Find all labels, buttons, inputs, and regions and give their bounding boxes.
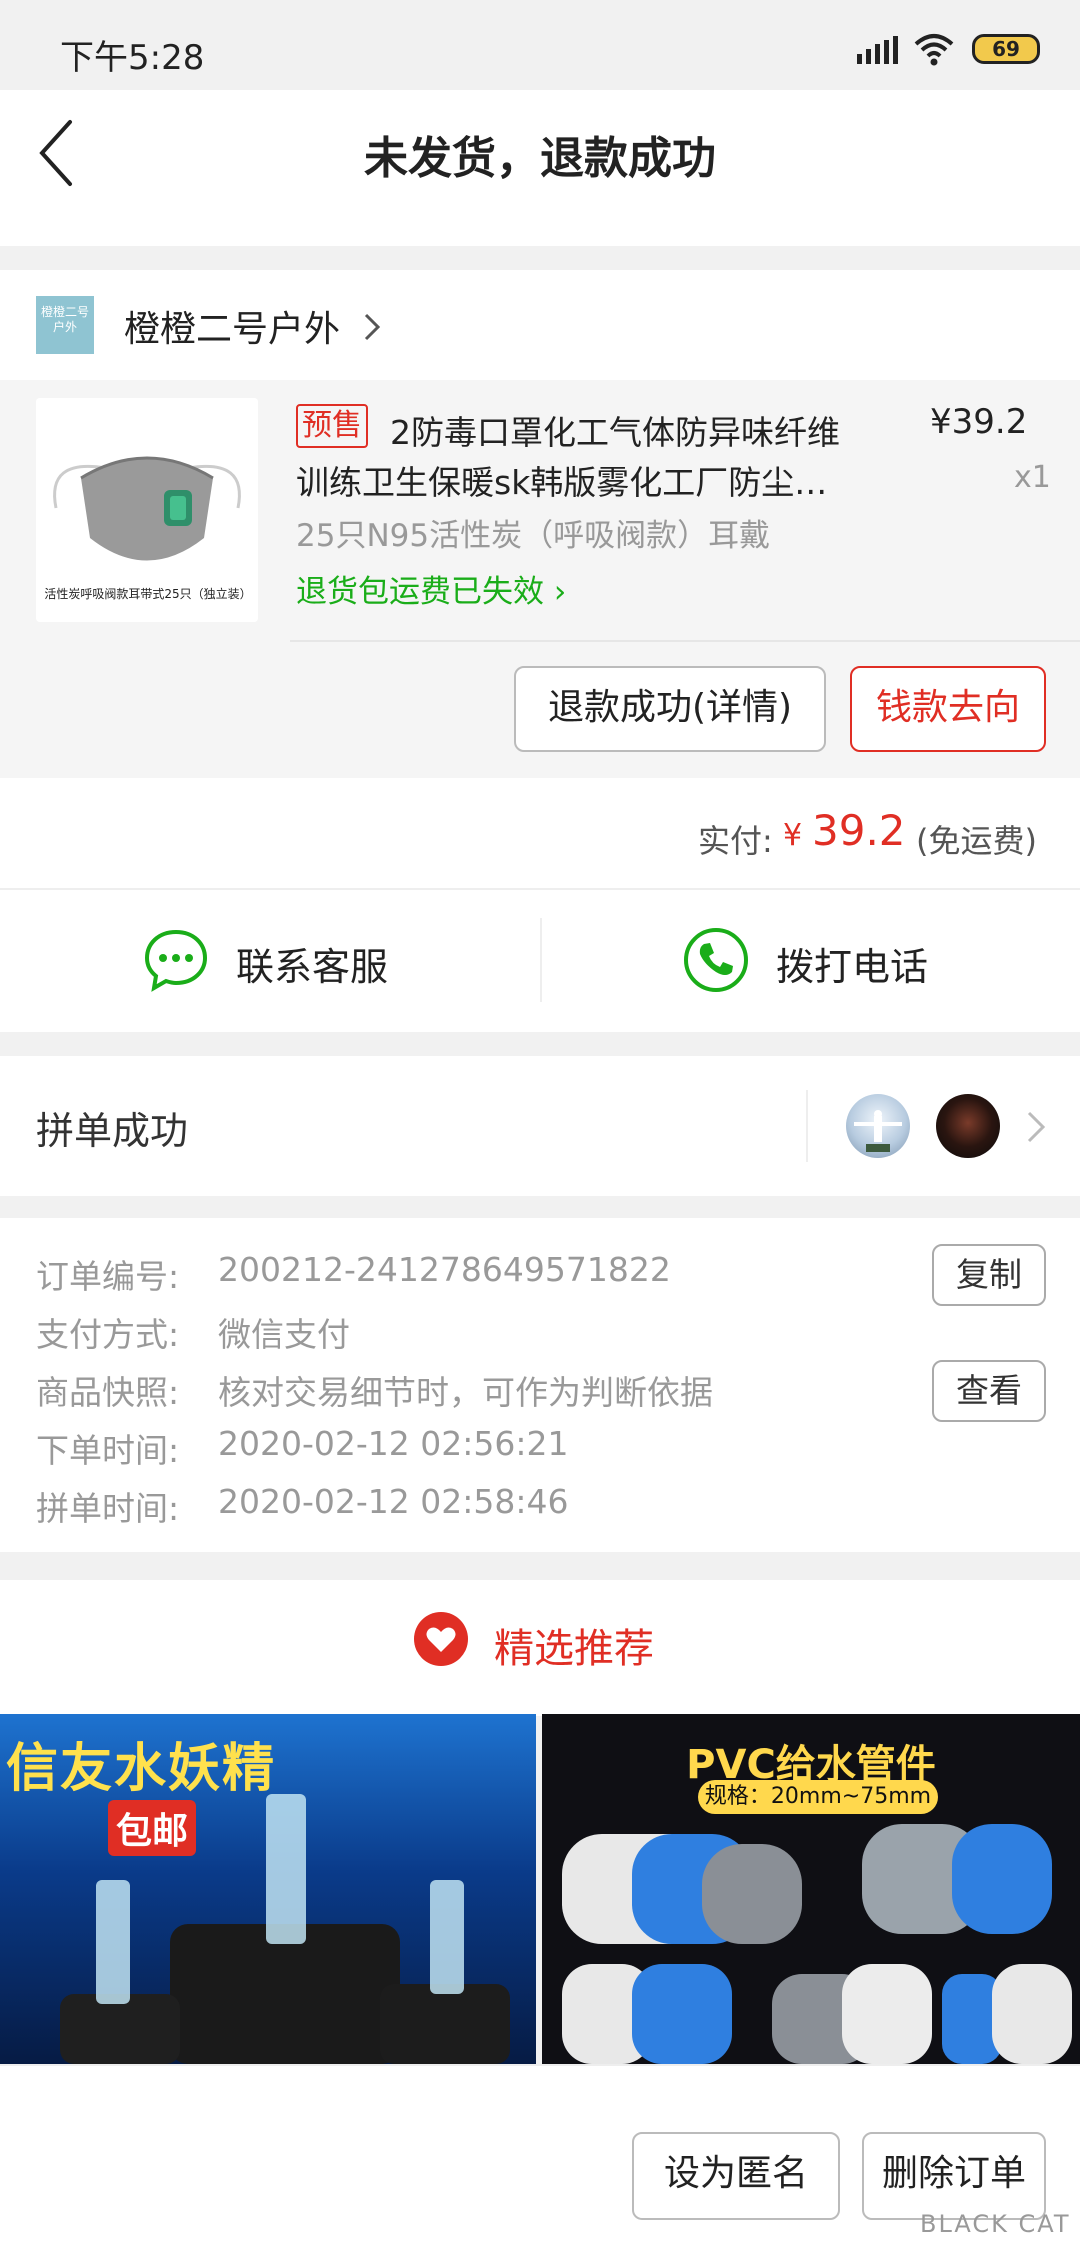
payment-method-label: 支付方式: — [36, 1315, 180, 1354]
signal-icon — [857, 36, 898, 64]
product-quantity: x1 — [1014, 460, 1051, 495]
total-currency: ¥ — [783, 818, 803, 853]
heart-icon — [414, 1612, 468, 1666]
avatar[interactable] — [846, 1094, 910, 1158]
status-time: 下午5:28 — [60, 38, 205, 78]
view-snapshot-button[interactable]: 查看 — [932, 1360, 1046, 1422]
product-price: ¥39.2 — [930, 402, 1028, 442]
watermark: BLACK CAT — [920, 2210, 1071, 2238]
presale-tag: 预售 — [296, 404, 368, 448]
wifi-icon — [914, 34, 954, 66]
shipping-insurance-link[interactable]: 退货包运费已失效 › — [296, 566, 566, 611]
order-time-label: 下单时间: — [36, 1431, 180, 1470]
tile-left-title: 信友水妖精 — [6, 1739, 277, 1799]
tile-right-subtitle: 规格：20mm~75mm — [698, 1780, 938, 1814]
shop-logo-line2: 户外 — [52, 320, 77, 334]
page-title: 未发货，退款成功 — [364, 133, 716, 184]
product-spec: 25只N95活性炭（呼吸阀款）耳戴 — [296, 518, 771, 554]
tile-left-badge: 包邮 — [108, 1800, 197, 1856]
payment-method-value: 微信支付 — [218, 1315, 350, 1354]
product-title-line2[interactable]: 训练卫生保暖sk韩版雾化工厂防尘… — [296, 456, 906, 504]
snapshot-value: 核对交易细节时，可作为判断依据 — [218, 1373, 713, 1412]
chevron-right-icon[interactable] — [1026, 1110, 1046, 1144]
chevron-right-icon[interactable] — [362, 312, 382, 342]
shop-name[interactable]: 橙橙二号户外 — [124, 300, 340, 352]
divider — [290, 640, 1080, 642]
order-number-value: 200212-241278649571822 — [218, 1250, 671, 1289]
shop-logo[interactable]: 橙橙二号 户外 — [36, 296, 94, 354]
group-time-value: 2020-02-12 02:58:46 — [218, 1482, 569, 1521]
group-time-label: 拼单时间: — [36, 1489, 180, 1528]
avatar-figure — [854, 1110, 902, 1152]
delete-order-button[interactable]: 删除订单 — [862, 2132, 1046, 2220]
product-title-line1[interactable]: 2防毒口罩化工气体防异味纤维 — [390, 406, 840, 454]
chevron-right-icon: › — [544, 574, 567, 610]
order-number-label: 订单编号: — [36, 1257, 180, 1296]
chat-bubble-icon[interactable] — [142, 926, 210, 994]
call-phone-button[interactable]: 拨打电话 — [776, 936, 928, 991]
total-label: 实付: — [698, 822, 773, 860]
money-flow-button[interactable]: 钱款去向 — [850, 666, 1046, 752]
set-anonymous-button[interactable]: 设为匿名 — [632, 2132, 840, 2220]
shop-logo-line1: 橙橙二号 — [40, 305, 89, 319]
group-status: 拼单成功 — [36, 1109, 189, 1153]
product-image-caption: 活性炭呼吸阀款耳带式25只（独立装） — [44, 587, 252, 601]
recommend-title: 精选推荐 — [494, 1626, 654, 1672]
snapshot-label: 商品快照: — [36, 1373, 180, 1412]
shipping-insurance-text: 退货包运费已失效 — [296, 574, 544, 610]
divider — [806, 1090, 808, 1162]
phone-icon[interactable] — [682, 926, 750, 994]
avatar[interactable] — [936, 1094, 1000, 1158]
refund-detail-button[interactable]: 退款成功(详情) — [514, 666, 826, 752]
contact-service-button[interactable]: 联系客服 — [236, 936, 388, 991]
order-time-value: 2020-02-12 02:56:21 — [218, 1424, 569, 1463]
total-amount: 39.2 — [812, 806, 906, 855]
total-note: (免运费) — [916, 822, 1037, 860]
battery-icon: 69 — [972, 34, 1040, 64]
divider — [540, 918, 542, 1002]
copy-button[interactable]: 复制 — [932, 1244, 1046, 1306]
